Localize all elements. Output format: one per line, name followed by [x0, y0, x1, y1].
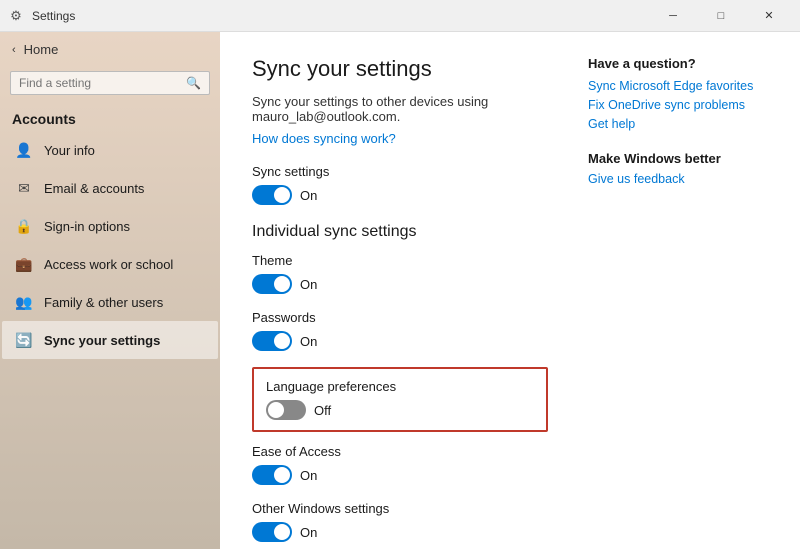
search-icon: 🔍: [186, 76, 201, 90]
sidebar-item-label: Email & accounts: [44, 181, 144, 196]
sidebar-item-label: Sync your settings: [44, 333, 160, 348]
app-container: ‹ Home 🔍 Accounts 👤 Your info ✉ Email & …: [0, 32, 800, 549]
toggle-knob: [268, 402, 284, 418]
toggle-knob: [274, 467, 290, 483]
other-windows-toggle-row: On: [252, 522, 548, 542]
theme-toggle-row: On: [252, 274, 548, 294]
ease-of-access-setting: Ease of Access On: [252, 444, 548, 485]
titlebar: ⚙ Settings ─ □ ✕: [0, 0, 800, 32]
maximize-button[interactable]: □: [698, 2, 744, 30]
language-preferences-toggle[interactable]: [266, 400, 306, 420]
sidebar-section-title: Accounts: [0, 103, 220, 131]
sidebar-item-label: Your info: [44, 143, 95, 158]
search-input[interactable]: [19, 76, 186, 90]
ease-toggle-row: On: [252, 465, 548, 485]
lock-icon: 🔒: [14, 216, 34, 236]
ease-of-access-label: Ease of Access: [252, 444, 548, 459]
sync-description: Sync your settings to other devices usin…: [252, 94, 548, 124]
minimize-button[interactable]: ─: [650, 2, 696, 30]
work-icon: 💼: [14, 254, 34, 274]
have-question-title: Have a question?: [588, 56, 768, 71]
theme-setting: Theme On: [252, 253, 548, 294]
ease-of-access-state: On: [300, 468, 317, 483]
language-preferences-label: Language preferences: [266, 379, 534, 394]
sync-icon: 🔄: [14, 330, 34, 350]
back-button[interactable]: ‹ Home: [0, 32, 220, 67]
content-main: Sync your settings Sync your settings to…: [252, 56, 548, 525]
individual-sync-title: Individual sync settings: [252, 223, 548, 241]
toggle-knob: [274, 187, 290, 203]
sidebar-item-label: Family & other users: [44, 295, 163, 310]
sidebar-item-email-accounts[interactable]: ✉ Email & accounts: [2, 169, 218, 207]
passwords-toggle-row: On: [252, 331, 548, 351]
sidebar-item-sign-in[interactable]: 🔒 Sign-in options: [2, 207, 218, 245]
other-windows-setting: Other Windows settings On: [252, 501, 548, 542]
sidebar-item-sync-settings[interactable]: 🔄 Sync your settings: [2, 321, 218, 359]
sync-settings-toggle[interactable]: [252, 185, 292, 205]
theme-label: Theme: [252, 253, 548, 268]
language-preferences-highlight: Language preferences Off: [252, 367, 548, 432]
window-controls: ─ □ ✕: [650, 2, 792, 30]
have-question-section: Have a question? Sync Microsoft Edge fav…: [588, 56, 768, 131]
passwords-toggle[interactable]: [252, 331, 292, 351]
email-icon: ✉: [14, 178, 34, 198]
settings-icon: ⚙: [8, 8, 24, 24]
how-syncing-works-link[interactable]: How does syncing work?: [252, 131, 396, 146]
sync-settings-label: Sync settings: [252, 164, 548, 179]
sync-settings-item: Sync settings On: [252, 164, 548, 205]
sidebar: ‹ Home 🔍 Accounts 👤 Your info ✉ Email & …: [0, 32, 220, 549]
passwords-setting: Passwords On: [252, 310, 548, 351]
other-windows-label: Other Windows settings: [252, 501, 548, 516]
sidebar-item-label: Access work or school: [44, 257, 173, 272]
titlebar-title: Settings: [32, 9, 650, 23]
content-area: Sync your settings Sync your settings to…: [220, 32, 800, 549]
get-help-link[interactable]: Get help: [588, 117, 768, 131]
make-better-section: Make Windows better Give us feedback: [588, 151, 768, 186]
right-panel: Have a question? Sync Microsoft Edge fav…: [588, 56, 768, 525]
back-label: Home: [24, 42, 59, 57]
theme-toggle[interactable]: [252, 274, 292, 294]
users-icon: 👥: [14, 292, 34, 312]
sidebar-item-your-info[interactable]: 👤 Your info: [2, 131, 218, 169]
sidebar-item-work-school[interactable]: 💼 Access work or school: [2, 245, 218, 283]
sidebar-item-label: Sign-in options: [44, 219, 130, 234]
make-better-title: Make Windows better: [588, 151, 768, 166]
language-preferences-state: Off: [314, 403, 331, 418]
edge-favorites-link[interactable]: Sync Microsoft Edge favorites: [588, 79, 768, 93]
other-windows-toggle[interactable]: [252, 522, 292, 542]
back-icon: ‹: [12, 44, 16, 56]
ease-of-access-toggle[interactable]: [252, 465, 292, 485]
search-box[interactable]: 🔍: [10, 71, 210, 95]
toggle-knob: [274, 333, 290, 349]
toggle-knob: [274, 276, 290, 292]
language-toggle-row: Off: [266, 400, 534, 420]
feedback-link[interactable]: Give us feedback: [588, 172, 768, 186]
sync-settings-state: On: [300, 188, 317, 203]
your-info-icon: 👤: [14, 140, 34, 160]
theme-state: On: [300, 277, 317, 292]
other-windows-state: On: [300, 525, 317, 540]
sync-settings-toggle-row: On: [252, 185, 548, 205]
onedrive-sync-link[interactable]: Fix OneDrive sync problems: [588, 98, 768, 112]
toggle-knob: [274, 524, 290, 540]
close-button[interactable]: ✕: [746, 2, 792, 30]
passwords-state: On: [300, 334, 317, 349]
passwords-label: Passwords: [252, 310, 548, 325]
page-title: Sync your settings: [252, 56, 548, 82]
sidebar-item-family-users[interactable]: 👥 Family & other users: [2, 283, 218, 321]
